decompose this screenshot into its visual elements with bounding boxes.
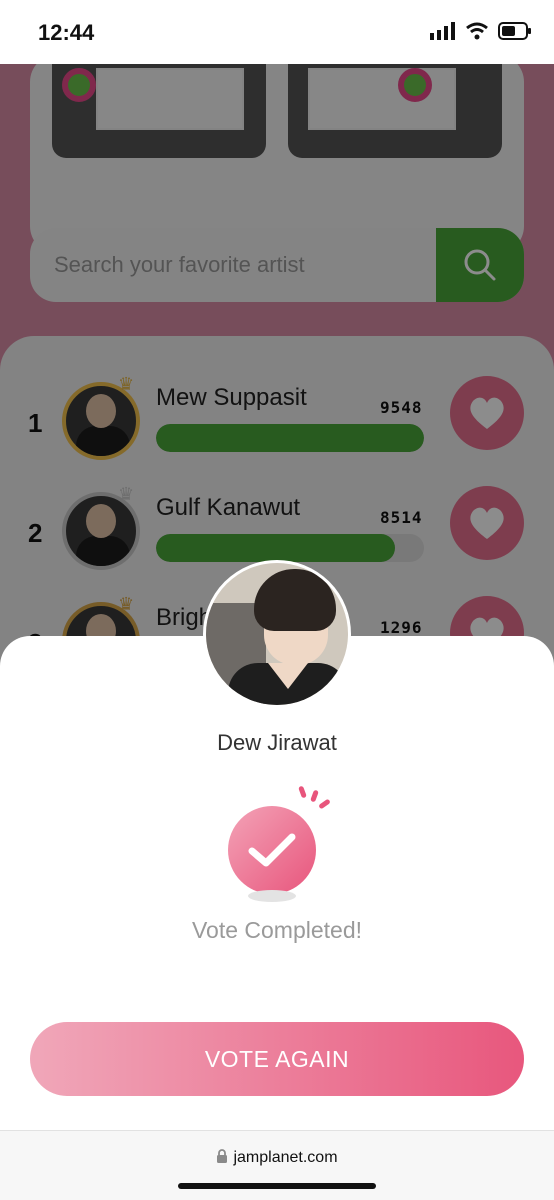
modal-artist-name: Dew Jirawat — [217, 730, 337, 755]
cellular-signal-icon — [430, 22, 455, 40]
url-text: jamplanet.com — [233, 1149, 338, 1166]
vote-again-button[interactable]: VOTE AGAIN — [30, 1022, 524, 1096]
battery-icon — [498, 22, 531, 40]
status-bar: 12:44 — [0, 0, 554, 64]
check-circle — [228, 806, 316, 894]
browser-address-bar: jamplanet.com — [0, 1130, 554, 1200]
status-icons — [430, 22, 532, 40]
vote-success-indicator — [228, 784, 332, 904]
home-indicator[interactable] — [178, 1183, 376, 1189]
vote-status-text: Vote Completed! — [191, 917, 363, 943]
url-display[interactable]: jamplanet.com — [0, 1149, 554, 1167]
check-shadow — [248, 890, 296, 902]
lock-icon — [217, 1149, 228, 1163]
wifi-icon — [466, 22, 488, 40]
status-time: 12:44 — [38, 20, 95, 45]
checkmark-icon — [248, 833, 296, 867]
artist-avatar — [203, 560, 351, 708]
